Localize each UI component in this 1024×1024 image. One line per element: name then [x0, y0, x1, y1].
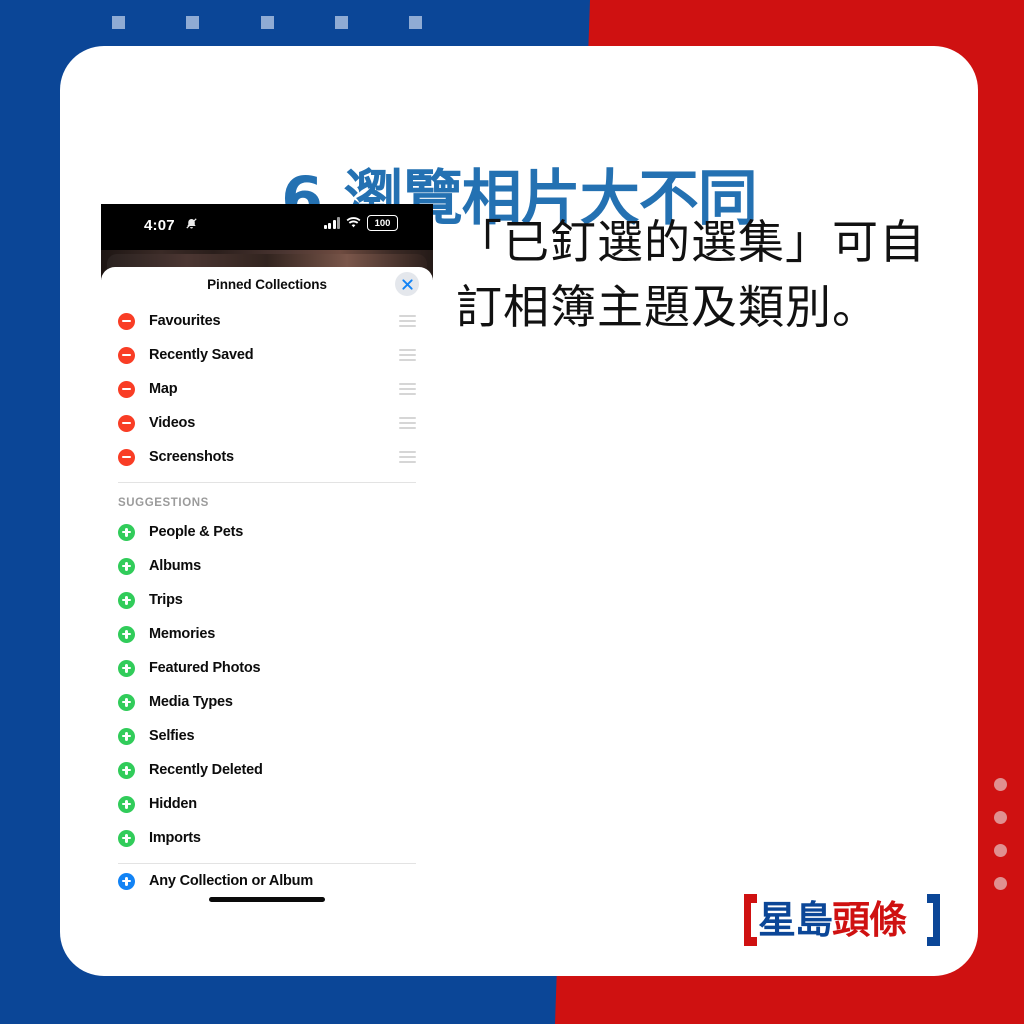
phone-status-bar: 4:07 100 [101, 204, 433, 250]
remove-icon[interactable] [118, 312, 135, 330]
add-icon[interactable] [118, 727, 135, 745]
white-content-card: 6.瀏覽相片大不同 4:07 100 Pinned Collections Fa… [60, 46, 978, 976]
top-dash-decoration [112, 15, 422, 29]
logo-text-red: 頭條 [832, 898, 907, 942]
pinned-list-item[interactable]: Screenshots [101, 440, 433, 474]
remove-icon[interactable] [118, 448, 135, 466]
dash-mark [186, 15, 200, 29]
add-icon[interactable] [118, 872, 135, 890]
suggestion-list-item[interactable]: Media Types [101, 685, 433, 719]
dot-mark [994, 811, 1007, 824]
row-label: Selfies [149, 728, 195, 744]
suggestions-list: People & Pets Albums Trips Memories Featured… [101, 515, 433, 855]
suggestion-list-item[interactable]: Recently Deleted [101, 753, 433, 787]
dot-mark [994, 844, 1007, 857]
add-icon[interactable] [118, 659, 135, 677]
suggestion-list-item[interactable]: Hidden [101, 787, 433, 821]
poster-canvas: 6.瀏覽相片大不同 4:07 100 Pinned Collections Fa… [0, 0, 1024, 1024]
caption-text: 「已釘選的選集」可自訂相簿主題及類別。 [456, 215, 926, 335]
row-label: Memories [149, 626, 216, 642]
add-icon[interactable] [118, 761, 135, 779]
logo-text-blue: 星島 [758, 898, 833, 942]
drag-handle-icon[interactable] [399, 380, 416, 398]
row-label: Trips [149, 592, 183, 608]
row-label: Favourites [149, 313, 221, 329]
pinned-list-item[interactable]: Favourites [101, 304, 433, 338]
dash-mark [409, 15, 422, 29]
add-icon[interactable] [118, 523, 135, 541]
mute-bell-icon [185, 217, 198, 233]
row-label: Recently Deleted [149, 762, 263, 778]
pinned-list-item[interactable]: Recently Saved [101, 338, 433, 372]
drag-handle-icon[interactable] [399, 448, 416, 466]
add-icon[interactable] [118, 795, 135, 813]
cellular-bars-icon [323, 217, 340, 229]
dash-mark [112, 15, 125, 29]
home-indicator [209, 897, 325, 902]
row-label: Recently Saved [149, 347, 254, 363]
logo-wordmark: 星島 頭條 [758, 896, 926, 944]
suggestion-list-item[interactable]: People & Pets [101, 515, 433, 549]
row-label: Featured Photos [149, 660, 261, 676]
suggestion-list-item[interactable]: Selfies [101, 719, 433, 753]
suggestions-section-label: SUGGESTIONS [118, 497, 209, 509]
row-label: Screenshots [149, 449, 234, 465]
row-label: Imports [149, 830, 201, 846]
pinned-list-item[interactable]: Map [101, 372, 433, 406]
suggestion-list-item[interactable]: Memories [101, 617, 433, 651]
row-label: Any Collection or Album [149, 873, 314, 889]
drag-handle-icon[interactable] [399, 346, 416, 364]
sheet-header: Pinned Collections [101, 267, 433, 304]
pinned-list-item[interactable]: Videos [101, 406, 433, 440]
pinned-collection-list: Favourites Recently Saved Map Videos Screens… [101, 304, 433, 474]
suggestion-list-item[interactable]: Trips [101, 583, 433, 617]
row-label: Map [149, 381, 178, 397]
wifi-icon [346, 216, 361, 230]
pinned-collections-sheet: Pinned Collections Favourites Recently Sa… [101, 267, 433, 914]
sing-tao-headline-logo: 星島 頭條 [744, 894, 940, 946]
battery-indicator: 100 [367, 215, 398, 231]
side-dot-decoration [994, 778, 1007, 890]
add-icon[interactable] [118, 557, 135, 575]
logo-bracket-right [927, 894, 940, 946]
phone-screenshot: 4:07 100 Pinned Collections Favourites R… [101, 204, 433, 914]
status-indicators: 100 [323, 215, 398, 231]
drag-handle-icon[interactable] [399, 312, 416, 330]
dash-mark [260, 15, 274, 29]
row-label: Albums [149, 558, 201, 574]
close-icon[interactable] [395, 272, 419, 296]
any-collection-row-container: Any Collection or Album [101, 864, 433, 898]
remove-icon[interactable] [118, 346, 135, 364]
logo-bracket-left [744, 894, 757, 946]
dot-mark [994, 778, 1007, 791]
remove-icon[interactable] [118, 414, 135, 432]
dot-mark [994, 877, 1007, 890]
row-label: Media Types [149, 694, 233, 710]
add-icon[interactable] [118, 625, 135, 643]
row-label: Videos [149, 415, 196, 431]
status-time: 4:07 [144, 217, 175, 234]
row-label: Hidden [149, 796, 197, 812]
add-icon[interactable] [118, 693, 135, 711]
remove-icon[interactable] [118, 380, 135, 398]
row-label: People & Pets [149, 524, 244, 540]
suggestion-list-item[interactable]: Albums [101, 549, 433, 583]
sheet-title: Pinned Collections [207, 277, 327, 292]
suggestion-list-item[interactable]: Imports [101, 821, 433, 855]
drag-handle-icon[interactable] [399, 414, 416, 432]
suggestion-list-item[interactable]: Featured Photos [101, 651, 433, 685]
any-collection-or-album-row[interactable]: Any Collection or Album [101, 864, 433, 898]
add-icon[interactable] [118, 591, 135, 609]
dash-mark [334, 15, 348, 29]
add-icon[interactable] [118, 829, 135, 847]
